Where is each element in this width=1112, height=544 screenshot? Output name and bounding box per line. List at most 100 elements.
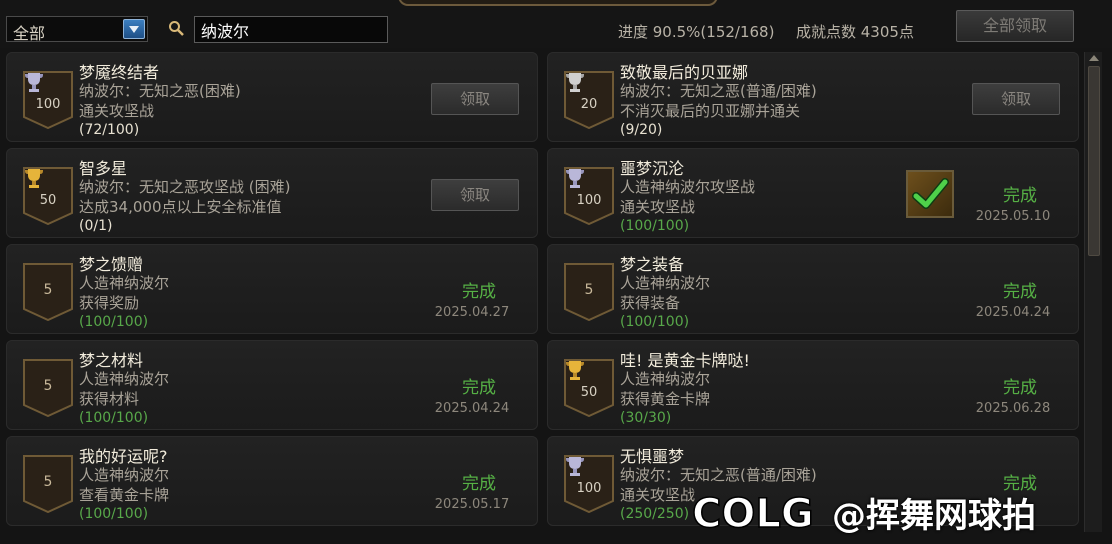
completion-date: 2025.04.24 xyxy=(434,401,510,416)
completion-date: 2025.04.27 xyxy=(434,305,510,320)
achievement-points: 5 xyxy=(584,282,594,298)
achievement-progress: (100/100) xyxy=(620,218,690,234)
achievement-card: 50 智多星 纳波尔：无知之恶攻坚战 (困难) 达成34,000点以上安全标准值… xyxy=(6,148,538,238)
trophy-badge: 100 xyxy=(564,455,614,513)
search-input[interactable] xyxy=(194,16,388,43)
trophy-badge: 100 xyxy=(23,71,73,129)
achievement-card: 100 噩梦沉沦 人造神纳波尔攻坚战 通关攻坚战 (100/100) 完成 20… xyxy=(547,148,1079,238)
achievement-progress: (72/100) xyxy=(79,122,140,138)
trophy-badge: 100 xyxy=(564,167,614,225)
status-complete: 完成 xyxy=(462,282,496,302)
claim-all-button[interactable]: 全部领取 xyxy=(956,10,1074,42)
completion-date: 2025.05.17 xyxy=(434,497,510,512)
scroll-up-icon[interactable] xyxy=(1089,55,1099,61)
achievement-progress: (100/100) xyxy=(620,314,690,330)
reward-item-icon[interactable] xyxy=(906,170,954,218)
status-complete: 完成 xyxy=(462,474,496,494)
gold-trophy-icon xyxy=(25,169,43,188)
achievement-points: 50 xyxy=(39,193,57,208)
achievement-requirement: 达成34,000点以上安全标准值 xyxy=(79,198,282,216)
search-icon[interactable] xyxy=(168,20,184,36)
achievement-points: 100 xyxy=(576,193,602,208)
achievement-progress: (100/100) xyxy=(79,506,149,522)
achievement-condition: 纳波尔：无知之恶(普通/困难) xyxy=(620,466,817,484)
achievement-points: 100 xyxy=(35,97,61,112)
achievement-condition: 人造神纳波尔 xyxy=(620,274,711,292)
silver-trophy-icon xyxy=(566,169,584,188)
achievement-condition: 人造神纳波尔攻坚战 xyxy=(620,178,756,196)
watermark-text: @挥舞网球拍 xyxy=(832,495,1036,536)
achievement-condition: 人造神纳波尔 xyxy=(79,274,170,292)
achievement-requirement: 获得黄金卡牌 xyxy=(620,390,711,408)
achievement-progress: (100/100) xyxy=(79,314,149,330)
achievement-progress: (0/1) xyxy=(79,218,113,234)
achievement-points: 20 xyxy=(580,97,598,112)
achievement-condition: 纳波尔：无知之恶(普通/困难) xyxy=(620,82,817,100)
top-ornament xyxy=(398,0,718,6)
scrollbar-thumb[interactable] xyxy=(1088,66,1100,256)
achievement-condition: 人造神纳波尔 xyxy=(79,370,170,388)
achievement-card: 5 梦之装备 人造神纳波尔 获得装备 (100/100) 完成 2025.04.… xyxy=(547,244,1079,334)
achievement-list: 100 梦魇终结者 纳波尔：无知之恶(困难) 通关攻坚战 (72/100) 领取… xyxy=(6,52,1080,544)
achievement-requirement: 查看黄金卡牌 xyxy=(79,486,170,504)
achievement-condition: 纳波尔：无知之恶攻坚战 (困难) xyxy=(79,178,291,196)
achievement-requirement: 通关攻坚战 xyxy=(620,486,696,504)
gold-trophy-icon xyxy=(566,361,584,380)
scrollbar[interactable] xyxy=(1084,52,1102,532)
top-bar: 全部 进度 90.5%(152/168) 成就点数 4305点 全部领取 xyxy=(0,0,1112,48)
achievement-condition: 纳波尔：无知之恶(困难) xyxy=(79,82,241,100)
achievement-card: 5 我的好运呢? 人造神纳波尔 查看黄金卡牌 (100/100) 完成 2025… xyxy=(6,436,538,526)
completion-date: 2025.06.28 xyxy=(975,401,1051,416)
trophy-badge: 5 xyxy=(23,359,73,417)
achievement-card: 50 哇! 是黄金卡牌哒! 人造神纳波尔 获得黄金卡牌 (30/30) 完成 2… xyxy=(547,340,1079,430)
achievement-requirement: 不消灭最后的贝亚娜并通关 xyxy=(620,102,801,120)
colg-logo-text: COLG xyxy=(692,491,814,535)
achievement-progress: (30/30) xyxy=(620,410,672,426)
status-complete: 完成 xyxy=(1003,282,1037,302)
silver-trophy-icon xyxy=(25,73,43,92)
achievement-points: 5 xyxy=(43,378,53,394)
achievement-progress: (250/250) xyxy=(620,506,690,522)
completion-date: 2025.04.24 xyxy=(975,305,1051,320)
silver-trophy-icon xyxy=(566,73,584,92)
achievement-condition: 人造神纳波尔 xyxy=(620,370,711,388)
achievement-card: 100 梦魇终结者 纳波尔：无知之恶(困难) 通关攻坚战 (72/100) 领取 xyxy=(6,52,538,142)
watermark: COLG @挥舞网球拍 xyxy=(690,484,1036,540)
achievement-points: 5 xyxy=(43,474,53,490)
progress-text: 进度 90.5%(152/168) xyxy=(618,23,775,41)
trophy-badge: 5 xyxy=(23,455,73,513)
achievement-requirement: 获得材料 xyxy=(79,390,140,408)
trophy-badge: 50 xyxy=(564,359,614,417)
achievement-points: 50 xyxy=(580,385,598,400)
achievement-points: 100 xyxy=(576,481,602,496)
trophy-badge: 50 xyxy=(23,167,73,225)
status-complete: 完成 xyxy=(1003,378,1037,398)
achievement-points-text: 成就点数 4305点 xyxy=(796,23,914,41)
achievement-condition: 人造神纳波尔 xyxy=(79,466,170,484)
status-complete: 完成 xyxy=(462,378,496,398)
colg-logo: COLG xyxy=(691,490,814,535)
trophy-badge: 20 xyxy=(564,71,614,129)
achievement-requirement: 通关攻坚战 xyxy=(79,102,155,120)
achievement-card: 5 梦之馈赠 人造神纳波尔 获得奖励 (100/100) 完成 2025.04.… xyxy=(6,244,538,334)
achievement-progress: (9/20) xyxy=(620,122,663,138)
trophy-badge: 5 xyxy=(564,263,614,321)
achievement-card: 20 致敬最后的贝亚娜 纳波尔：无知之恶(普通/困难) 不消灭最后的贝亚娜并通关… xyxy=(547,52,1079,142)
claim-button[interactable]: 领取 xyxy=(431,83,519,115)
achievement-requirement: 获得装备 xyxy=(620,294,681,312)
achievement-progress: (100/100) xyxy=(79,410,149,426)
achievement-card: 5 梦之材料 人造神纳波尔 获得材料 (100/100) 完成 2025.04.… xyxy=(6,340,538,430)
achievement-requirement: 获得奖励 xyxy=(79,294,140,312)
checkmark-icon xyxy=(912,178,949,209)
silver-trophy-icon xyxy=(566,457,584,476)
category-select[interactable]: 全部 xyxy=(6,16,148,43)
status-complete: 完成 xyxy=(1003,186,1037,206)
claim-button[interactable]: 领取 xyxy=(431,179,519,211)
chevron-down-icon[interactable] xyxy=(123,19,145,39)
category-select-value: 全部 xyxy=(13,24,46,43)
achievement-requirement: 通关攻坚战 xyxy=(620,198,696,216)
trophy-badge: 5 xyxy=(23,263,73,321)
claim-button[interactable]: 领取 xyxy=(972,83,1060,115)
completion-date: 2025.05.10 xyxy=(975,209,1051,224)
achievement-points: 5 xyxy=(43,282,53,298)
